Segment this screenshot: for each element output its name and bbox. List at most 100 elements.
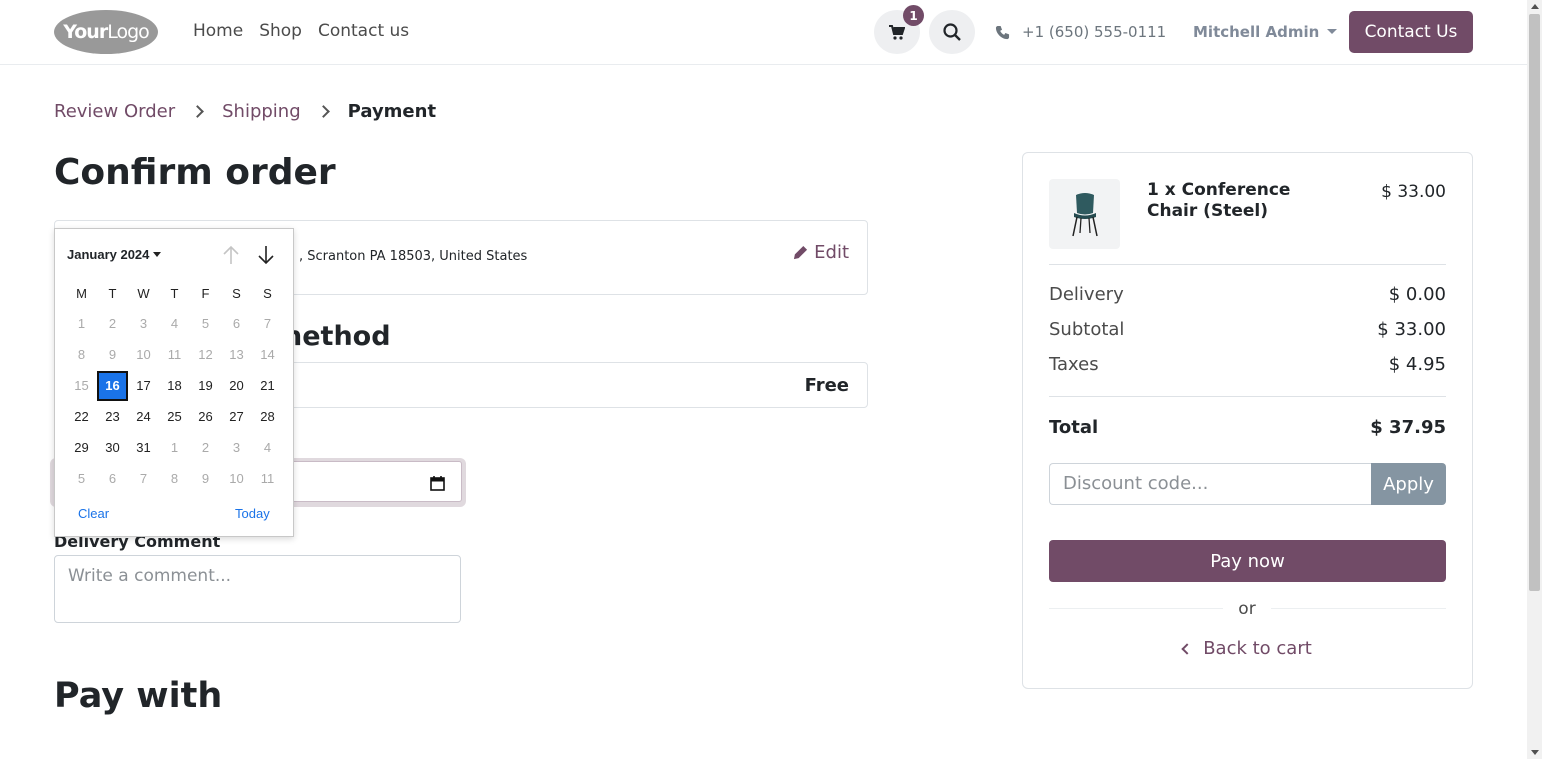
delivery-label: Delivery <box>1049 284 1124 305</box>
arrow-down-icon <box>258 246 274 265</box>
breadcrumb-shipping[interactable]: Shipping <box>222 101 301 122</box>
calendar-clear-button[interactable]: Clear <box>78 506 109 521</box>
calendar-day[interactable]: 22 <box>66 401 97 432</box>
calendar-day: 12 <box>190 339 221 370</box>
calendar-day[interactable]: 23 <box>97 401 128 432</box>
calendar-day[interactable]: 31 <box>128 432 159 463</box>
delivery-comment-textarea[interactable]: Write a comment... <box>54 555 461 623</box>
calendar-day[interactable]: 8 <box>159 463 190 494</box>
taxes-amount: $ 4.95 <box>1388 354 1446 375</box>
calendar-day-number: 20 <box>229 378 244 393</box>
search-button[interactable] <box>929 10 975 54</box>
calendar-day-number: 8 <box>77 347 86 362</box>
site-logo[interactable]: Your Logo <box>54 10 158 54</box>
delivery-amount: $ 0.00 <box>1388 284 1446 305</box>
weekday-header: M <box>76 285 87 301</box>
calendar-day-number: 21 <box>260 378 275 393</box>
search-icon <box>943 23 961 41</box>
calendar-day[interactable]: 18 <box>159 370 190 401</box>
calendar-day: 6 <box>221 308 252 339</box>
nav-home[interactable]: Home <box>193 21 243 41</box>
logo-thin-text: Logo <box>107 21 150 43</box>
scroll-down-arrow-icon[interactable] <box>1531 750 1539 755</box>
calendar-day[interactable]: 5 <box>66 463 97 494</box>
taxes-row: Taxes $ 4.95 <box>1049 354 1446 375</box>
calendar-grid: M T W T F S S 1 2 3 4 5 6 7 8 9 10 11 12 13 14 15 16 17 1… <box>66 278 283 494</box>
calendar-day[interactable]: 29 <box>66 432 97 463</box>
discount-code-input[interactable]: Discount code... <box>1049 463 1371 505</box>
calendar-icon[interactable] <box>430 475 445 491</box>
pay-now-button[interactable]: Pay now <box>1049 540 1446 582</box>
scroll-up-arrow-icon[interactable] <box>1531 4 1539 9</box>
weekday-header: W <box>137 285 150 301</box>
calendar-day-number: 11 <box>167 347 182 362</box>
calendar-day-number: 4 <box>263 440 272 455</box>
calendar-day[interactable]: 21 <box>252 370 283 401</box>
calendar-day-number: 4 <box>170 316 179 331</box>
page-scrollbar[interactable] <box>1527 0 1542 759</box>
calendar-day[interactable]: 19 <box>190 370 221 401</box>
next-month-button[interactable] <box>254 243 278 267</box>
apply-discount-button[interactable]: Apply <box>1371 463 1446 505</box>
user-name: Mitchell Admin <box>1193 23 1320 41</box>
calendar-day[interactable]: 2 <box>190 432 221 463</box>
calendar-day[interactable]: 24 <box>128 401 159 432</box>
calendar-day: 11 <box>159 339 190 370</box>
nav-contact-us[interactable]: Contact us <box>318 21 409 41</box>
phone-link[interactable]: +1 (650) 555-0111 <box>995 23 1166 41</box>
breadcrumb-review-order[interactable]: Review Order <box>54 101 175 122</box>
back-to-cart-link[interactable]: Back to cart <box>1023 638 1472 659</box>
chair-icon <box>1071 193 1098 237</box>
calendar-day[interactable]: 6 <box>97 463 128 494</box>
calendar-day[interactable]: 11 <box>252 463 283 494</box>
chevron-right-icon <box>191 105 204 118</box>
previous-month-button[interactable] <box>219 243 243 267</box>
calendar-day-number: 9 <box>201 471 210 486</box>
calendar-day: 14 <box>252 339 283 370</box>
month-year-label: January 2024 <box>67 247 150 262</box>
calendar-day-number: 8 <box>170 471 179 486</box>
calendar-day[interactable]: 4 <box>252 432 283 463</box>
calendar-day[interactable]: 3 <box>221 432 252 463</box>
calendar-day[interactable]: 17 <box>128 370 159 401</box>
scrollbar-thumb[interactable] <box>1529 14 1540 591</box>
month-year-selector[interactable]: January 2024 <box>67 247 162 262</box>
discount-form: Discount code... Apply <box>1049 463 1446 505</box>
pencil-icon <box>794 245 808 260</box>
total-label: Total <box>1049 417 1099 438</box>
calendar-day-number: 11 <box>260 471 275 486</box>
calendar-day[interactable]: 25 <box>159 401 190 432</box>
calendar-day[interactable]: 30 <box>97 432 128 463</box>
calendar-day[interactable]: 1 <box>159 432 190 463</box>
product-thumbnail[interactable] <box>1049 179 1120 249</box>
nav-shop[interactable]: Shop <box>259 21 302 41</box>
main-nav: Home Shop Contact us <box>193 21 409 41</box>
user-menu[interactable]: Mitchell Admin <box>1193 23 1338 41</box>
weekday-header: F <box>201 285 210 301</box>
calendar-day-number: 2 <box>108 316 117 331</box>
calendar-day-number: 5 <box>77 471 86 486</box>
total-row: Total $ 37.95 <box>1049 417 1446 438</box>
calendar-day-number: 14 <box>260 347 275 362</box>
calendar-day[interactable]: 7 <box>128 463 159 494</box>
site-header: Your Logo Home Shop Contact us 1 +1 (650)… <box>0 0 1527 65</box>
edit-address-link[interactable]: Edit <box>793 242 849 263</box>
product-name[interactable]: 1 x Conference Chair (Steel) <box>1147 180 1337 222</box>
calendar-day[interactable]: 10 <box>221 463 252 494</box>
calendar-day[interactable]: 28 <box>252 401 283 432</box>
calendar-day-number: 30 <box>105 440 120 455</box>
calendar-day-number: 22 <box>74 409 89 424</box>
calendar-day-selected[interactable]: 16 <box>97 370 128 401</box>
calendar-day[interactable]: 9 <box>190 463 221 494</box>
calendar-day-number: 1 <box>77 316 86 331</box>
calendar-day[interactable]: 27 <box>221 401 252 432</box>
contact-us-button[interactable]: Contact Us <box>1349 11 1473 53</box>
calendar-day[interactable]: 26 <box>190 401 221 432</box>
calendar-day-number: 27 <box>229 409 244 424</box>
calendar-day[interactable]: 20 <box>221 370 252 401</box>
logo-bold-text: Your <box>63 21 108 43</box>
calendar-day-number: 26 <box>198 409 213 424</box>
calendar-day-number: 3 <box>139 316 148 331</box>
arrow-up-icon <box>223 245 239 264</box>
calendar-today-button[interactable]: Today <box>235 506 270 521</box>
